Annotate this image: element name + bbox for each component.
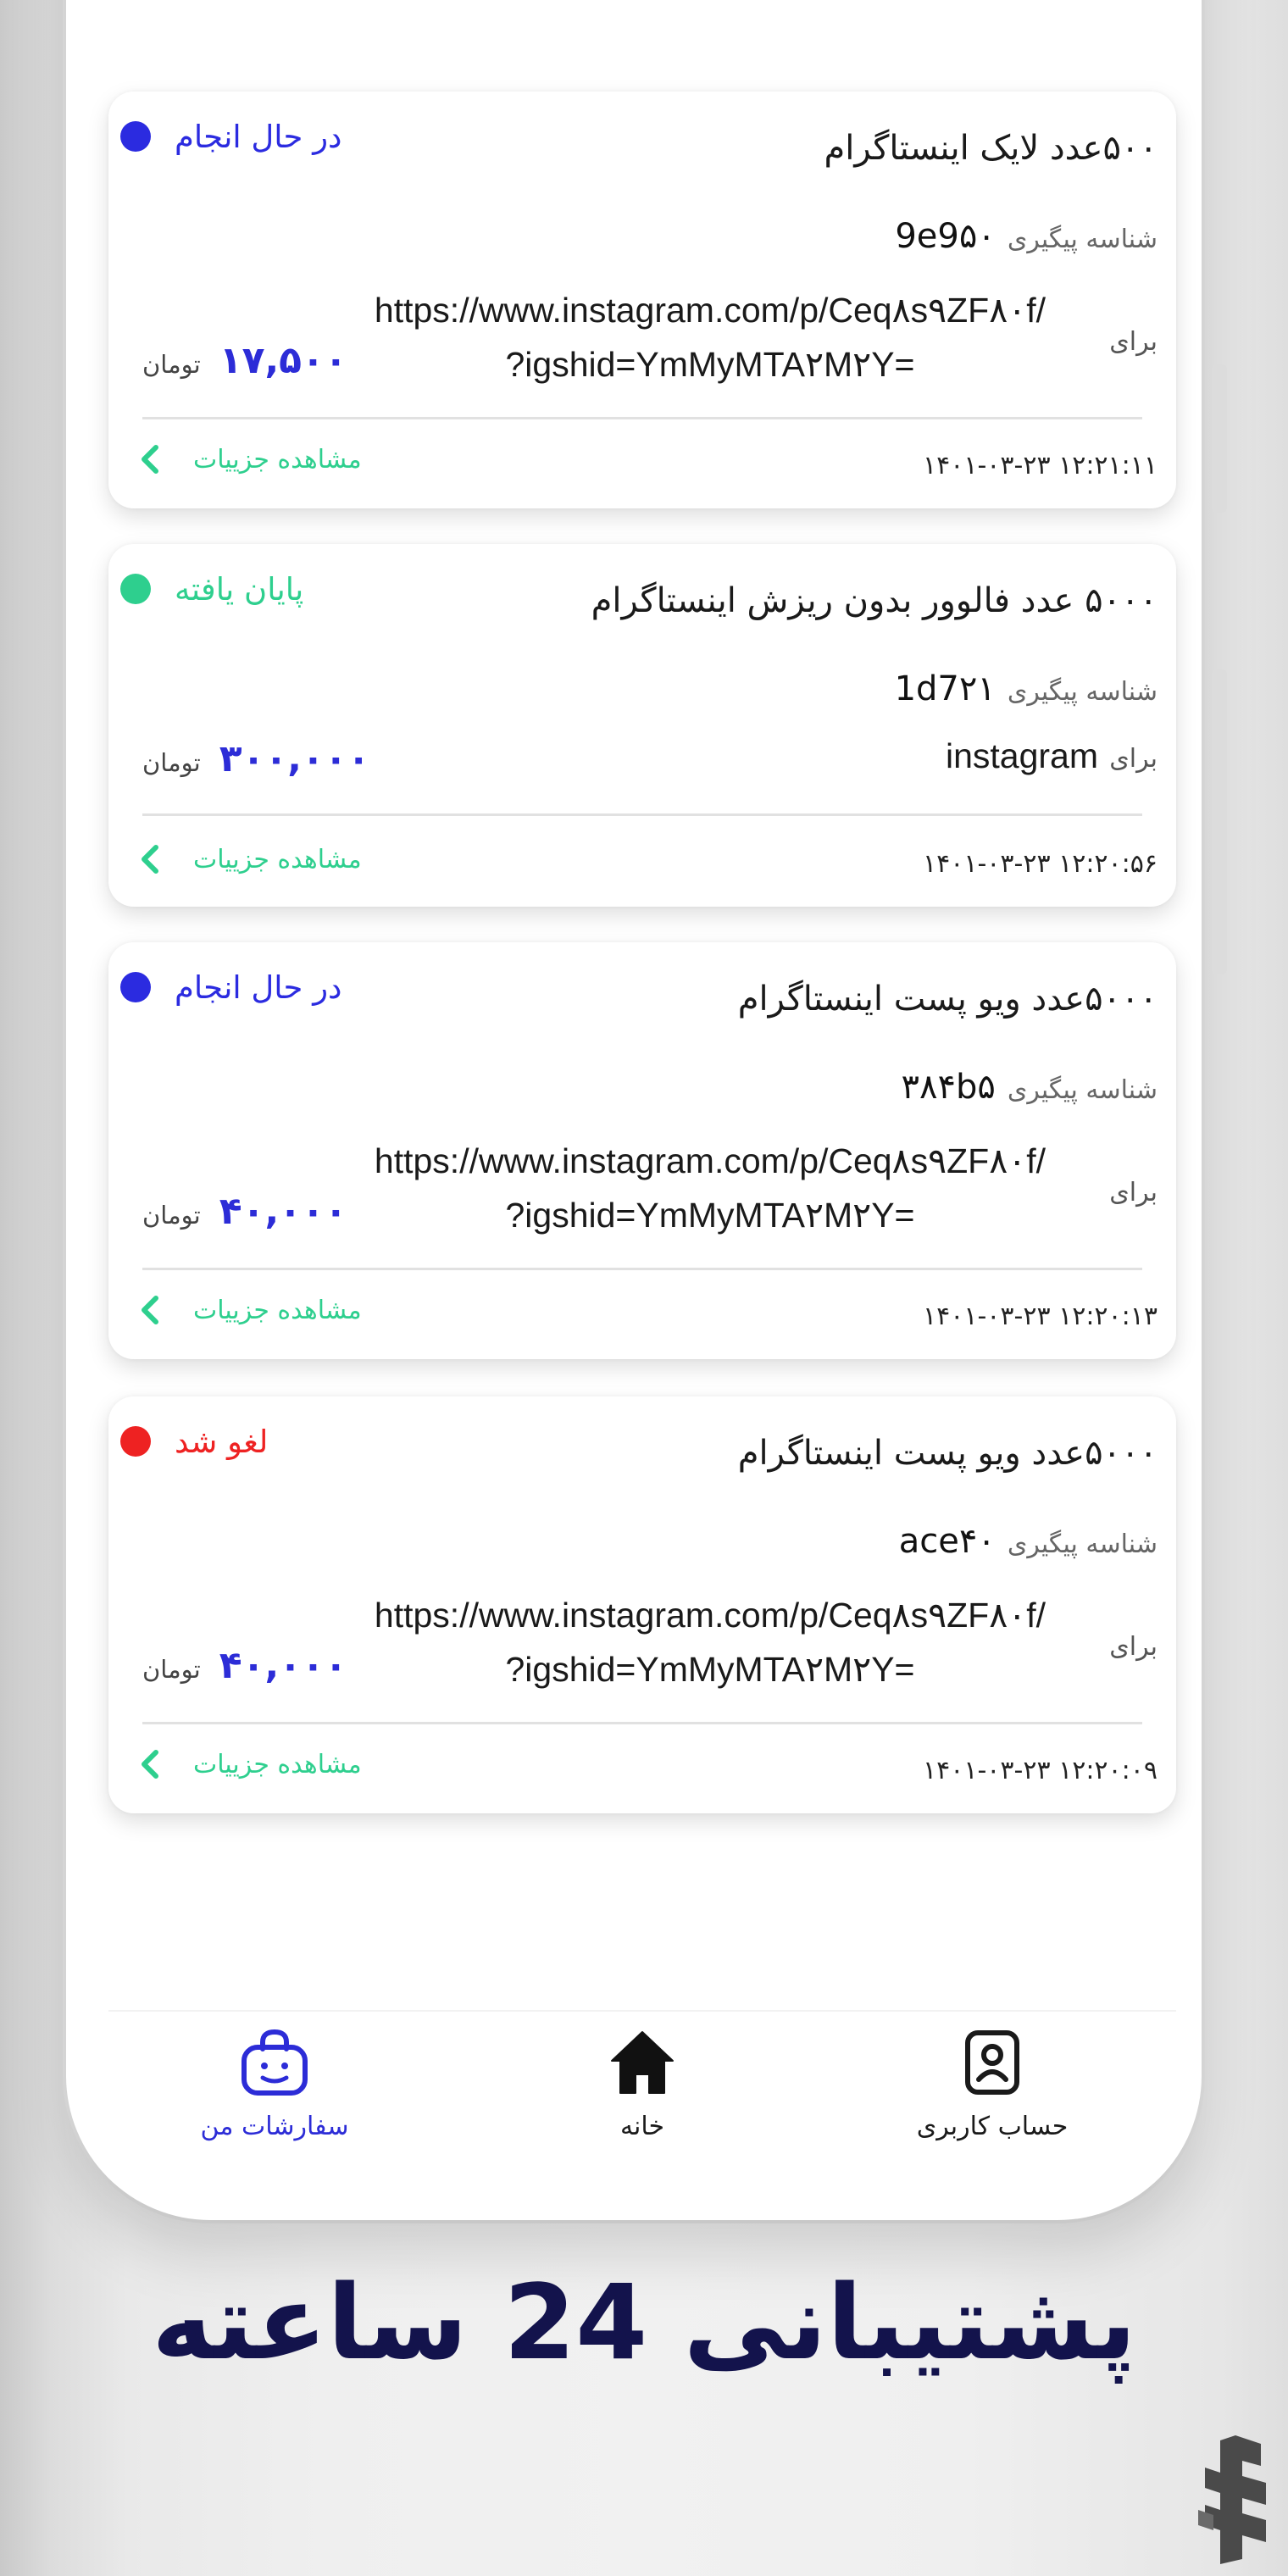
tracking-id: شناسه پیگیری 9e9۵۰ bbox=[895, 217, 1158, 256]
order-datetime: ۱۴۰۱-۰۳-۲۳ ۱۲:۲۰:۱۳ bbox=[923, 1302, 1158, 1331]
for-label: برای bbox=[1109, 327, 1158, 357]
nav-my-orders[interactable]: سفارشات من bbox=[147, 2029, 402, 2141]
tracking-value: ace۴۰ bbox=[898, 1522, 996, 1561]
nav-account-label: حساب کاربری bbox=[916, 2112, 1069, 2141]
for-label: برای bbox=[1109, 1178, 1158, 1208]
order-status: پایان یافته bbox=[120, 568, 303, 610]
order-price: تومان ۳۰۰,۰۰۰ bbox=[142, 737, 370, 780]
target-link: https://www.instagram.com/p/Ceq۸s۹ZF۸۰f/… bbox=[337, 283, 1083, 391]
target-link: instagram bbox=[946, 729, 1098, 783]
status-dot bbox=[120, 574, 151, 604]
target-link: https://www.instagram.com/p/Ceq۸s۹ZF۸۰f/… bbox=[337, 1588, 1083, 1696]
currency-label: تومان bbox=[142, 350, 201, 379]
tracking-value: ۳۸۴b۵ bbox=[901, 1068, 996, 1107]
order-card[interactable]: ۵۰۰۰ عدد فالوور بدون ریزش اینستاگرام پای… bbox=[108, 544, 1176, 907]
chevron-left-icon bbox=[142, 1750, 158, 1779]
target-link-line1: instagram bbox=[945, 736, 1098, 775]
target-link-line2: ?igshid=YmMyMTA۲M۲Y= bbox=[505, 1650, 915, 1689]
order-card[interactable]: ۵۰۰۰عدد ویو پست اینستاگرام در حال انجام … bbox=[108, 942, 1176, 1359]
price-amount: ۱۷,۵۰۰ bbox=[219, 339, 347, 382]
nav-account[interactable]: حساب کاربری bbox=[865, 2029, 1119, 2141]
view-details-label: مشاهده جزییات bbox=[193, 444, 362, 475]
order-title: ۵۰۰۰ عدد فالوور بدون ریزش اینستاگرام bbox=[591, 581, 1158, 620]
tracking-value: 9e9۵۰ bbox=[895, 217, 996, 256]
home-icon bbox=[611, 2031, 674, 2094]
price-amount: ۴۰,۰۰۰ bbox=[219, 1190, 347, 1233]
tracking-label: شناسه پیگیری bbox=[1007, 1075, 1158, 1105]
status-text: لغو شد bbox=[175, 1423, 269, 1460]
order-datetime: ۱۴۰۱-۰۳-۲۳ ۱۲:۲۰:۵۶ bbox=[923, 849, 1158, 879]
order-datetime: ۱۴۰۱-۰۳-۲۳ ۱۲:۲۰:۰۹ bbox=[923, 1756, 1158, 1785]
order-title: ۵۰۰عدد لایک اینستاگرام bbox=[824, 129, 1158, 168]
status-text: پایان یافته bbox=[175, 570, 304, 608]
view-details-link[interactable]: مشاهده جزییات bbox=[134, 842, 362, 876]
target-link: https://www.instagram.com/p/Ceq۸s۹ZF۸۰f/… bbox=[337, 1134, 1083, 1242]
target-link-line1: https://www.instagram.com/p/Ceq۸s۹ZF۸۰f/ bbox=[374, 291, 1046, 330]
status-dot bbox=[120, 121, 151, 152]
user-badge-icon bbox=[965, 2030, 1019, 2095]
target-link-line2: ?igshid=YmMyMTA۲M۲Y= bbox=[505, 345, 915, 384]
scrollbar-thumb[interactable] bbox=[1212, 669, 1227, 974]
currency-label: تومان bbox=[142, 748, 201, 777]
target-link-line1: https://www.instagram.com/p/Ceq۸s۹ZF۸۰f/ bbox=[374, 1141, 1046, 1180]
shopping-basket-icon bbox=[242, 2029, 308, 2096]
order-price: تومان ۴۰,۰۰۰ bbox=[142, 1644, 347, 1687]
price-amount: ۴۰,۰۰۰ bbox=[219, 1644, 347, 1687]
order-status: در حال انجام bbox=[120, 966, 342, 1008]
order-status: در حال انجام bbox=[120, 115, 342, 158]
chevron-left-icon bbox=[142, 1296, 158, 1324]
status-text: در حال انجام bbox=[175, 969, 342, 1006]
status-text: در حال انجام bbox=[175, 118, 342, 155]
status-dot bbox=[120, 972, 151, 1002]
tracking-value: 1d7۲۱ bbox=[894, 669, 996, 708]
tracking-id: شناسه پیگیری 1d7۲۱ bbox=[895, 669, 1158, 708]
target-link-line2: ?igshid=YmMyMTA۲M۲Y= bbox=[505, 1196, 915, 1235]
nav-my-orders-label: سفارشات من bbox=[200, 2112, 349, 2141]
order-card[interactable]: ۵۰۰۰عدد ویو پست اینستاگرام لغو شد شناسه … bbox=[108, 1396, 1176, 1813]
order-card[interactable]: ۵۰۰عدد لایک اینستاگرام در حال انجام شناس… bbox=[108, 92, 1176, 508]
nav-home[interactable]: خانه bbox=[515, 2029, 769, 2141]
store-logo-icon bbox=[1198, 2435, 1266, 2564]
view-details-label: مشاهده جزییات bbox=[193, 1749, 362, 1779]
chevron-left-icon bbox=[142, 845, 158, 874]
view-details-label: مشاهده جزییات bbox=[193, 1295, 362, 1325]
target-link-line1: https://www.instagram.com/p/Ceq۸s۹ZF۸۰f/ bbox=[374, 1596, 1046, 1635]
currency-label: تومان bbox=[142, 1655, 201, 1684]
nav-home-label: خانه bbox=[619, 2112, 665, 2141]
order-title: ۵۰۰۰عدد ویو پست اینستاگرام bbox=[737, 980, 1158, 1019]
for-label: برای bbox=[1109, 1632, 1158, 1662]
bottom-navigation: حساب کاربری خانه سفارشات من bbox=[108, 2010, 1176, 2179]
divider bbox=[142, 1268, 1142, 1270]
status-dot bbox=[120, 1426, 151, 1457]
currency-label: تومان bbox=[142, 1201, 201, 1230]
tracking-id: شناسه پیگیری ۳۸۴b۵ bbox=[902, 1068, 1158, 1107]
view-details-link[interactable]: مشاهده جزییات bbox=[134, 442, 362, 476]
price-amount: ۳۰۰,۰۰۰ bbox=[219, 737, 370, 780]
chevron-left-icon bbox=[142, 445, 158, 474]
tracking-id: شناسه پیگیری ace۴۰ bbox=[899, 1522, 1158, 1561]
for-label: برای bbox=[1109, 744, 1158, 774]
divider bbox=[142, 1722, 1142, 1724]
tracking-label: شناسه پیگیری bbox=[1007, 225, 1158, 254]
view-details-link[interactable]: مشاهده جزییات bbox=[134, 1747, 362, 1781]
tracking-label: شناسه پیگیری bbox=[1007, 677, 1158, 707]
view-details-link[interactable]: مشاهده جزییات bbox=[134, 1293, 362, 1327]
order-datetime: ۱۴۰۱-۰۳-۲۳ ۱۲:۲۱:۱۱ bbox=[923, 451, 1158, 480]
scrollbar-track bbox=[1212, 364, 1227, 513]
order-price: تومان ۴۰,۰۰۰ bbox=[142, 1190, 347, 1233]
order-status: لغو شد bbox=[120, 1420, 268, 1463]
order-title: ۵۰۰۰عدد ویو پست اینستاگرام bbox=[737, 1434, 1158, 1473]
divider bbox=[142, 417, 1142, 419]
divider bbox=[142, 813, 1142, 816]
promo-banner-text: پشتیبانی 24 ساعته bbox=[151, 2262, 1137, 2383]
order-price: تومان ۱۷,۵۰۰ bbox=[142, 339, 347, 382]
view-details-label: مشاهده جزییات bbox=[193, 844, 362, 874]
tracking-label: شناسه پیگیری bbox=[1007, 1530, 1158, 1559]
